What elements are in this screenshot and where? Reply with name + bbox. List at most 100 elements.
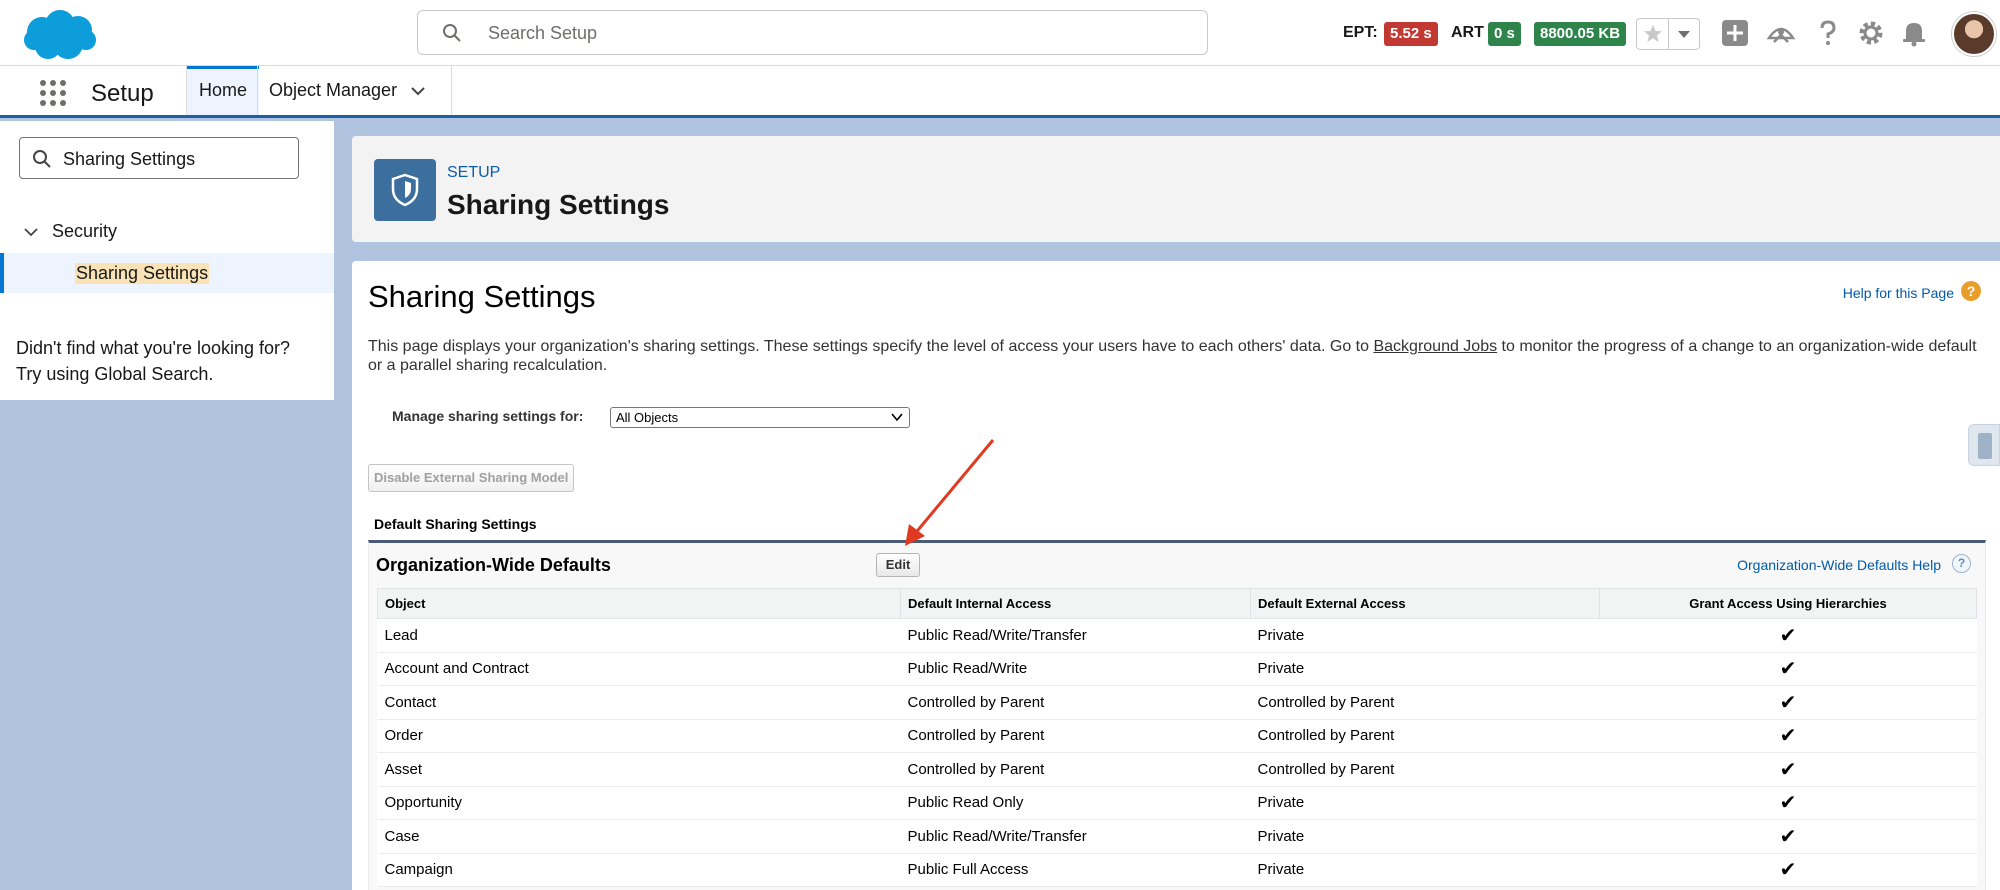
main-area: SETUP Sharing Settings Sharing Settings … xyxy=(350,121,2000,890)
art-label: ART xyxy=(1451,24,1484,41)
column-header-object: Object xyxy=(377,588,901,619)
help-question-icon[interactable]: ? xyxy=(1952,554,1971,573)
tab-home-label: Home xyxy=(199,80,248,100)
row-external: Private xyxy=(1250,652,1600,686)
row-object: Contact xyxy=(377,685,901,720)
setup-shield-icon-tile xyxy=(374,159,436,221)
setup-breadcrumb[interactable]: SETUP xyxy=(447,164,500,182)
row-external: Private xyxy=(1250,618,1600,653)
search-placeholder: Search Setup xyxy=(488,23,598,43)
setup-page-header: SETUP Sharing Settings xyxy=(352,136,2000,242)
org-wide-defaults-table: Object Default Internal Access Default E… xyxy=(377,588,1977,887)
table-row: Account and Contract Public Read/Write Pri… xyxy=(377,652,1977,686)
page-header-title: Sharing Settings xyxy=(447,189,670,220)
column-header-external-access: Default External Access xyxy=(1250,588,1600,619)
side-panel-toggle[interactable] xyxy=(1968,424,2000,466)
quick-find-input[interactable]: Sharing Settings xyxy=(19,137,299,179)
favorites-dropdown-icon[interactable] xyxy=(1675,27,1693,41)
page-description: This page displays your organization's s… xyxy=(368,337,1988,375)
row-external: Controlled by Parent xyxy=(1250,752,1600,787)
favorite-star-icon[interactable] xyxy=(1643,24,1663,44)
disable-external-sharing-button[interactable]: Disable External Sharing Model xyxy=(368,464,575,492)
tree-section-label: Security xyxy=(52,221,118,241)
desc-text-1: This page displays your organization's s… xyxy=(368,338,1374,355)
row-internal: Public Read/Write/Transfer xyxy=(900,819,1251,854)
default-sharing-settings-label: Default Sharing Settings xyxy=(374,516,537,532)
row-object: Account and Contract xyxy=(377,652,901,686)
chevron-down-icon[interactable] xyxy=(410,85,426,97)
row-internal: Controlled by Parent xyxy=(900,719,1251,753)
not-found-line-2: Try using Global Search. xyxy=(16,364,214,384)
org-wide-defaults-block: Organization-Wide Defaults Edit Organiza… xyxy=(368,540,1986,890)
checkmark-icon: ✔ xyxy=(1599,786,1977,820)
not-found-line-1: Didn't find what you're looking for? xyxy=(16,338,291,358)
salesforce-cloud-logo[interactable] xyxy=(20,8,100,62)
manage-sharing-select[interactable]: All Objects xyxy=(610,407,910,428)
checkmark-icon: ✔ xyxy=(1599,685,1977,720)
row-internal: Public Read/Write/Transfer xyxy=(900,618,1251,653)
checkmark-icon: ✔ xyxy=(1599,853,1977,887)
help-for-page-link[interactable]: Help for this Page xyxy=(1843,285,1954,301)
tab-home[interactable]: Home xyxy=(187,66,260,115)
row-internal: Controlled by Parent xyxy=(900,685,1251,720)
row-external: Private xyxy=(1250,853,1600,887)
row-external: Controlled by Parent xyxy=(1250,685,1600,720)
art-badge: 0 s xyxy=(1488,22,1521,46)
edit-button[interactable]: Edit xyxy=(876,553,920,577)
table-row: Contact Controlled by Parent Controlled by… xyxy=(377,685,1977,720)
tree-section-security[interactable]: Security xyxy=(24,221,117,242)
quick-find-value: Sharing Settings xyxy=(63,149,196,169)
page-title: Sharing Settings xyxy=(368,279,596,314)
org-wide-defaults-help-link[interactable]: Organization-Wide Defaults Help xyxy=(1737,557,1941,573)
row-internal: Public Read/Write xyxy=(900,652,1251,686)
shield-icon xyxy=(391,173,419,207)
help-question-icon[interactable]: ? xyxy=(1961,281,1981,301)
manage-sharing-label: Manage sharing settings for: xyxy=(392,408,584,424)
checkmark-icon: ✔ xyxy=(1599,652,1977,686)
search-icon xyxy=(33,150,51,168)
table-row: Case Public Read/Write/Transfer Private ✔ xyxy=(377,819,1977,854)
row-internal: Public Full Access xyxy=(900,853,1251,887)
row-object: Campaign xyxy=(377,853,901,887)
row-external: Private xyxy=(1250,786,1600,820)
row-internal: Controlled by Parent xyxy=(900,752,1251,787)
notifications-bell-icon[interactable] xyxy=(1899,18,1929,48)
background-jobs-link[interactable]: Background Jobs xyxy=(1373,338,1497,355)
row-object: Asset xyxy=(377,752,901,787)
search-icon xyxy=(443,24,461,42)
column-header-internal-access: Default Internal Access xyxy=(900,588,1251,619)
app-name: Setup xyxy=(91,80,154,107)
row-external: Controlled by Parent xyxy=(1250,719,1600,753)
context-nav: Setup Home Object Manager xyxy=(0,66,2000,118)
page-size-badge: 8800.05 KB xyxy=(1534,22,1627,46)
row-external: Private xyxy=(1250,819,1600,854)
tab-object-manager[interactable]: Object Manager xyxy=(257,66,438,115)
global-search-input[interactable]: Search Setup xyxy=(417,10,1208,55)
table-row: Opportunity Public Read Only Private ✔ xyxy=(377,786,1977,820)
chevron-down-icon xyxy=(891,413,903,422)
avatar[interactable] xyxy=(1952,12,1996,56)
content-panel: Sharing Settings Help for this Page ? Th… xyxy=(352,261,2000,890)
trailhead-icon[interactable] xyxy=(1766,18,1796,48)
app-launcher-icon[interactable] xyxy=(38,78,68,108)
manage-sharing-value: All Objects xyxy=(616,410,679,425)
tree-item-label: Sharing Settings xyxy=(75,263,210,284)
ept-label: EPT: xyxy=(1343,24,1378,41)
not-found-message: Didn't find what you're looking for? Try… xyxy=(16,335,290,387)
help-icon[interactable] xyxy=(1813,18,1843,48)
table-row: Campaign Public Full Access Private ✔ xyxy=(377,853,1977,887)
row-object: Order xyxy=(377,719,901,753)
gear-icon[interactable] xyxy=(1856,18,1886,48)
checkmark-icon: ✔ xyxy=(1599,719,1977,753)
table-row: Asset Controlled by Parent Controlled by P… xyxy=(377,752,1977,787)
checkmark-icon: ✔ xyxy=(1599,819,1977,854)
tree-item-sharing-settings[interactable]: Sharing Settings xyxy=(0,253,334,293)
favorites-group[interactable] xyxy=(1636,18,1700,50)
add-icon[interactable] xyxy=(1720,18,1750,48)
checkmark-icon: ✔ xyxy=(1599,618,1977,653)
row-object: Lead xyxy=(377,618,901,653)
tab-object-manager-label: Object Manager xyxy=(269,80,398,100)
setup-tree-panel: Sharing Settings Security Sharing Settin… xyxy=(0,121,334,400)
global-header: Search Setup EPT: 5.52 s ART 0 s 8800.05… xyxy=(0,0,2000,66)
org-wide-defaults-title: Organization-Wide Defaults xyxy=(376,555,611,575)
